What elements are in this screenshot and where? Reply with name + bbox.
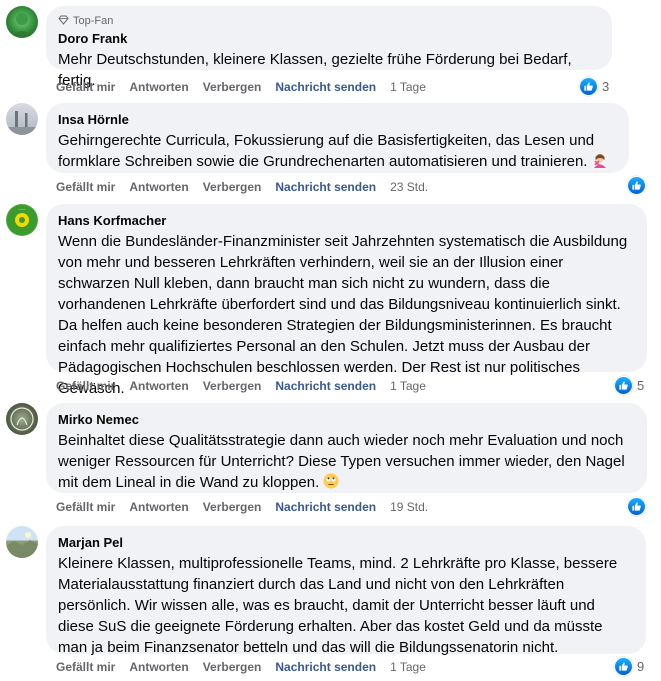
- comment-actions: Gefällt mir Antworten Verbergen Nachrich…: [56, 657, 440, 677]
- reaction-count-value: 3: [602, 79, 610, 94]
- badge-label: Top-Fan: [73, 15, 114, 27]
- reaction-count[interactable]: [627, 176, 646, 195]
- comment-actions: Gefällt mir Antworten Verbergen Nachrich…: [56, 77, 440, 97]
- comment-bubble: Top-Fan Doro Frank Mehr Deutschstunden, …: [46, 6, 612, 89]
- hide-button[interactable]: Verbergen: [203, 180, 262, 194]
- thumbs-up-icon: [627, 176, 646, 195]
- reaction-count-value: 5: [637, 378, 645, 393]
- like-button[interactable]: Gefällt mir: [56, 180, 115, 194]
- reply-button[interactable]: Antworten: [129, 500, 188, 514]
- hide-button[interactable]: Verbergen: [203, 80, 262, 94]
- comment-timestamp[interactable]: 19 Std.: [390, 500, 428, 514]
- comment-actions: Gefällt mir Antworten Verbergen Nachrich…: [56, 177, 442, 197]
- send-message-button[interactable]: Nachricht senden: [275, 180, 376, 194]
- hide-button[interactable]: Verbergen: [203, 379, 262, 393]
- comment-text: Kleinere Klassen, multiprofessionelle Te…: [58, 555, 618, 656]
- comment-bubble: Hans Korfmacher Wenn die Bundesländer-Fi…: [46, 204, 647, 397]
- comment-text: Wenn die Bundesländer-Finanzminister sei…: [58, 233, 628, 397]
- comment-timestamp[interactable]: 1 Tage: [390, 80, 426, 94]
- comment-text-body: Gehirngerechte Curricula, Fokussierung a…: [58, 132, 595, 170]
- comment-text: Gehirngerechte Curricula, Fokussierung a…: [58, 130, 617, 172]
- hide-button[interactable]: Verbergen: [203, 660, 262, 674]
- comment-bubble: Insa Hörnle Gehirngerechte Curricula, Fo…: [46, 103, 629, 173]
- diamond-icon: [58, 15, 69, 28]
- send-message-button[interactable]: Nachricht senden: [275, 660, 376, 674]
- comment-timestamp[interactable]: 1 Tage: [390, 379, 426, 393]
- send-message-button[interactable]: Nachricht senden: [275, 379, 376, 393]
- comment-text: Beinhaltet diese Qualitätsstrategie dann…: [58, 430, 635, 493]
- rolling-eyes-emoji: [323, 473, 339, 489]
- svg-text:~~~: ~~~: [18, 207, 26, 212]
- comment-author[interactable]: Mirko Nemec: [58, 411, 635, 428]
- person-gesturing-no-emoji: [592, 152, 607, 168]
- hide-button[interactable]: Verbergen: [203, 500, 262, 514]
- thumbs-up-icon: [579, 77, 598, 96]
- reply-button[interactable]: Antworten: [129, 80, 188, 94]
- comment-actions: Gefällt mir Antworten Verbergen Nachrich…: [56, 497, 442, 517]
- like-button[interactable]: Gefällt mir: [56, 500, 115, 514]
- reply-button[interactable]: Antworten: [129, 180, 188, 194]
- avatar[interactable]: [6, 103, 38, 135]
- comment-author[interactable]: Marjan Pel: [58, 534, 634, 551]
- thumbs-up-icon: [627, 497, 646, 516]
- comment-bubble: Mirko Nemec Beinhaltet diese Qualitätsst…: [46, 403, 647, 493]
- send-message-button[interactable]: Nachricht senden: [275, 80, 376, 94]
- like-button[interactable]: Gefällt mir: [56, 379, 115, 393]
- reaction-count-value: 9: [637, 659, 645, 674]
- reaction-count[interactable]: 3: [579, 77, 609, 96]
- like-button[interactable]: Gefällt mir: [56, 80, 115, 94]
- top-fan-badge: Top-Fan: [58, 14, 600, 28]
- comment-author[interactable]: Doro Frank: [58, 30, 600, 47]
- like-button[interactable]: Gefällt mir: [56, 660, 115, 674]
- avatar[interactable]: [6, 403, 38, 435]
- reply-button[interactable]: Antworten: [129, 660, 188, 674]
- comment-author[interactable]: Insa Hörnle: [58, 111, 617, 128]
- send-message-button[interactable]: Nachricht senden: [275, 500, 376, 514]
- thumbs-up-icon: [614, 376, 633, 395]
- reaction-count[interactable]: 9: [614, 657, 644, 676]
- comment-bubble: Marjan Pel Kleinere Klassen, multiprofes…: [46, 526, 646, 656]
- reaction-count[interactable]: [627, 497, 646, 516]
- comment-timestamp[interactable]: 23 Std.: [390, 180, 428, 194]
- avatar[interactable]: [6, 6, 38, 38]
- avatar[interactable]: ~~~: [6, 204, 38, 236]
- comment-author[interactable]: Hans Korfmacher: [58, 212, 635, 229]
- avatar[interactable]: [6, 526, 38, 558]
- reply-button[interactable]: Antworten: [129, 379, 188, 393]
- comment-text-body: Beinhaltet diese Qualitätsstrategie dann…: [58, 432, 625, 491]
- comment-actions: Gefällt mir Antworten Verbergen Nachrich…: [56, 376, 440, 396]
- thumbs-up-icon: [614, 657, 633, 676]
- comment-timestamp[interactable]: 1 Tage: [390, 660, 426, 674]
- reaction-count[interactable]: 5: [614, 376, 644, 395]
